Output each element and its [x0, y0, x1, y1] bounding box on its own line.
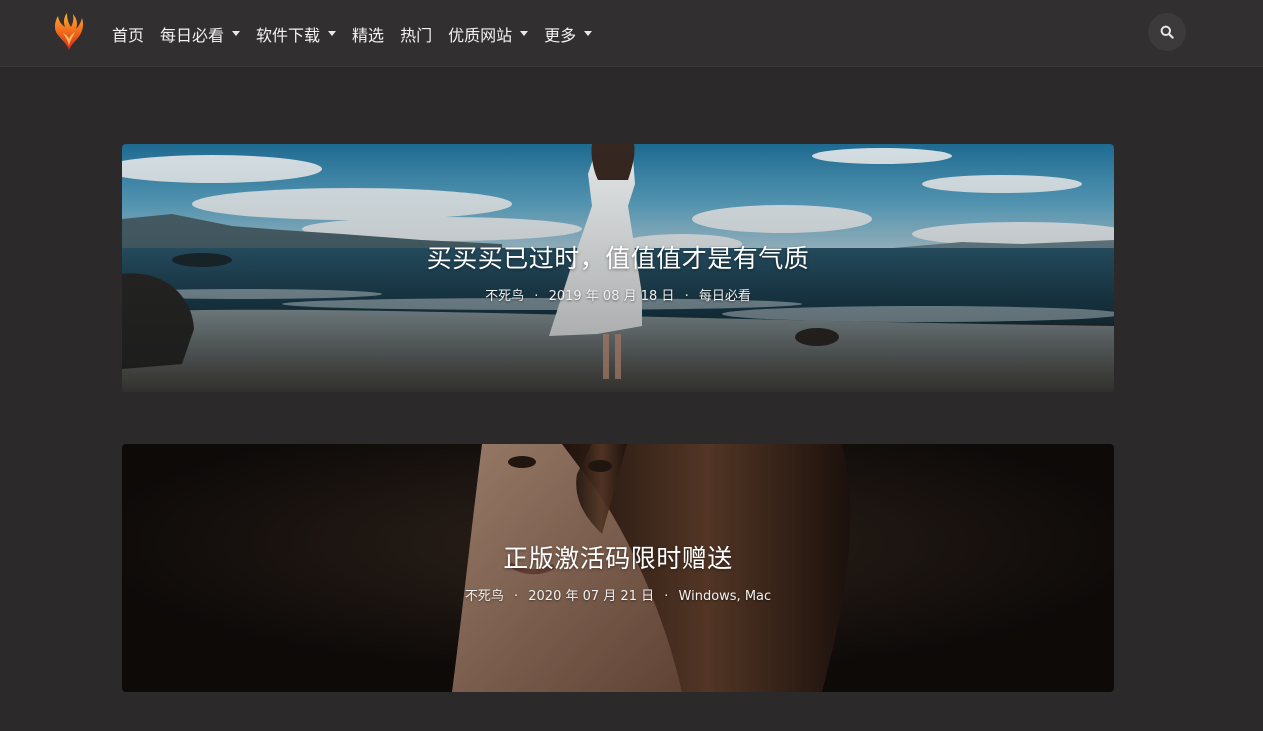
post-text: 买买买已过时，值值值才是有气质 不死鸟 · 2019 年 08 月 18 日 ·…	[122, 239, 1114, 304]
main-nav: 首页 每日必看 软件下载 精选 热门 优质网站 更多	[112, 0, 608, 67]
meta-separator: ·	[534, 289, 539, 304]
nav-item-label: 热门	[400, 25, 433, 45]
nav-item-label: 软件下载	[256, 25, 321, 45]
post-meta: 不死鸟 · 2019 年 08 月 18 日 · 每日必看	[122, 285, 1114, 304]
search-button[interactable]	[1148, 13, 1186, 51]
post-date: 2020 年 07 月 21 日	[528, 589, 655, 604]
nav-item-home[interactable]: 首页	[112, 22, 144, 46]
post-card[interactable]: 买买买已过时，值值值才是有气质 不死鸟 · 2019 年 08 月 18 日 ·…	[122, 144, 1114, 392]
caret-down-icon	[520, 31, 529, 36]
nav-item-featured[interactable]: 精选	[352, 22, 384, 46]
post-title[interactable]: 买买买已过时，值值值才是有气质	[122, 239, 1114, 275]
nav-item-label: 精选	[352, 25, 385, 45]
nav-item-more[interactable]: 更多	[544, 22, 593, 46]
top-navbar: 首页 每日必看 软件下载 精选 热门 优质网站 更多	[0, 0, 1263, 67]
post-category[interactable]: Windows, Mac	[679, 589, 772, 604]
post-meta: 不死鸟 · 2020 年 07 月 21 日 · Windows, Mac	[122, 585, 1114, 604]
meta-separator: ·	[513, 589, 519, 604]
nav-item-label: 每日必看	[160, 25, 225, 45]
post-date: 2019 年 08 月 18 日	[548, 289, 675, 304]
caret-down-icon	[232, 31, 241, 36]
caret-down-icon	[584, 31, 593, 36]
post-card[interactable]: 正版激活码限时赠送 不死鸟 · 2020 年 07 月 21 日 · Windo…	[122, 444, 1114, 692]
post-author[interactable]: 不死鸟	[465, 589, 504, 604]
meta-separator: ·	[664, 589, 669, 604]
nav-item-hot[interactable]: 热门	[400, 22, 432, 46]
meta-separator: ·	[684, 289, 689, 304]
nav-item-label: 更多	[544, 25, 577, 45]
nav-item-daily[interactable]: 每日必看	[160, 22, 241, 46]
nav-item-websites[interactable]: 优质网站	[448, 22, 529, 46]
post-author[interactable]: 不死鸟	[485, 289, 524, 304]
post-text: 正版激活码限时赠送 不死鸟 · 2020 年 07 月 21 日 · Windo…	[122, 539, 1114, 604]
phoenix-logo-icon[interactable]	[52, 12, 86, 52]
search-icon	[1160, 25, 1174, 39]
nav-item-label: 优质网站	[448, 25, 513, 45]
post-category[interactable]: 每日必看	[699, 289, 751, 304]
nav-item-label: 首页	[112, 25, 145, 45]
nav-item-software[interactable]: 软件下载	[256, 22, 337, 46]
caret-down-icon	[328, 31, 337, 36]
post-title[interactable]: 正版激活码限时赠送	[122, 539, 1114, 575]
